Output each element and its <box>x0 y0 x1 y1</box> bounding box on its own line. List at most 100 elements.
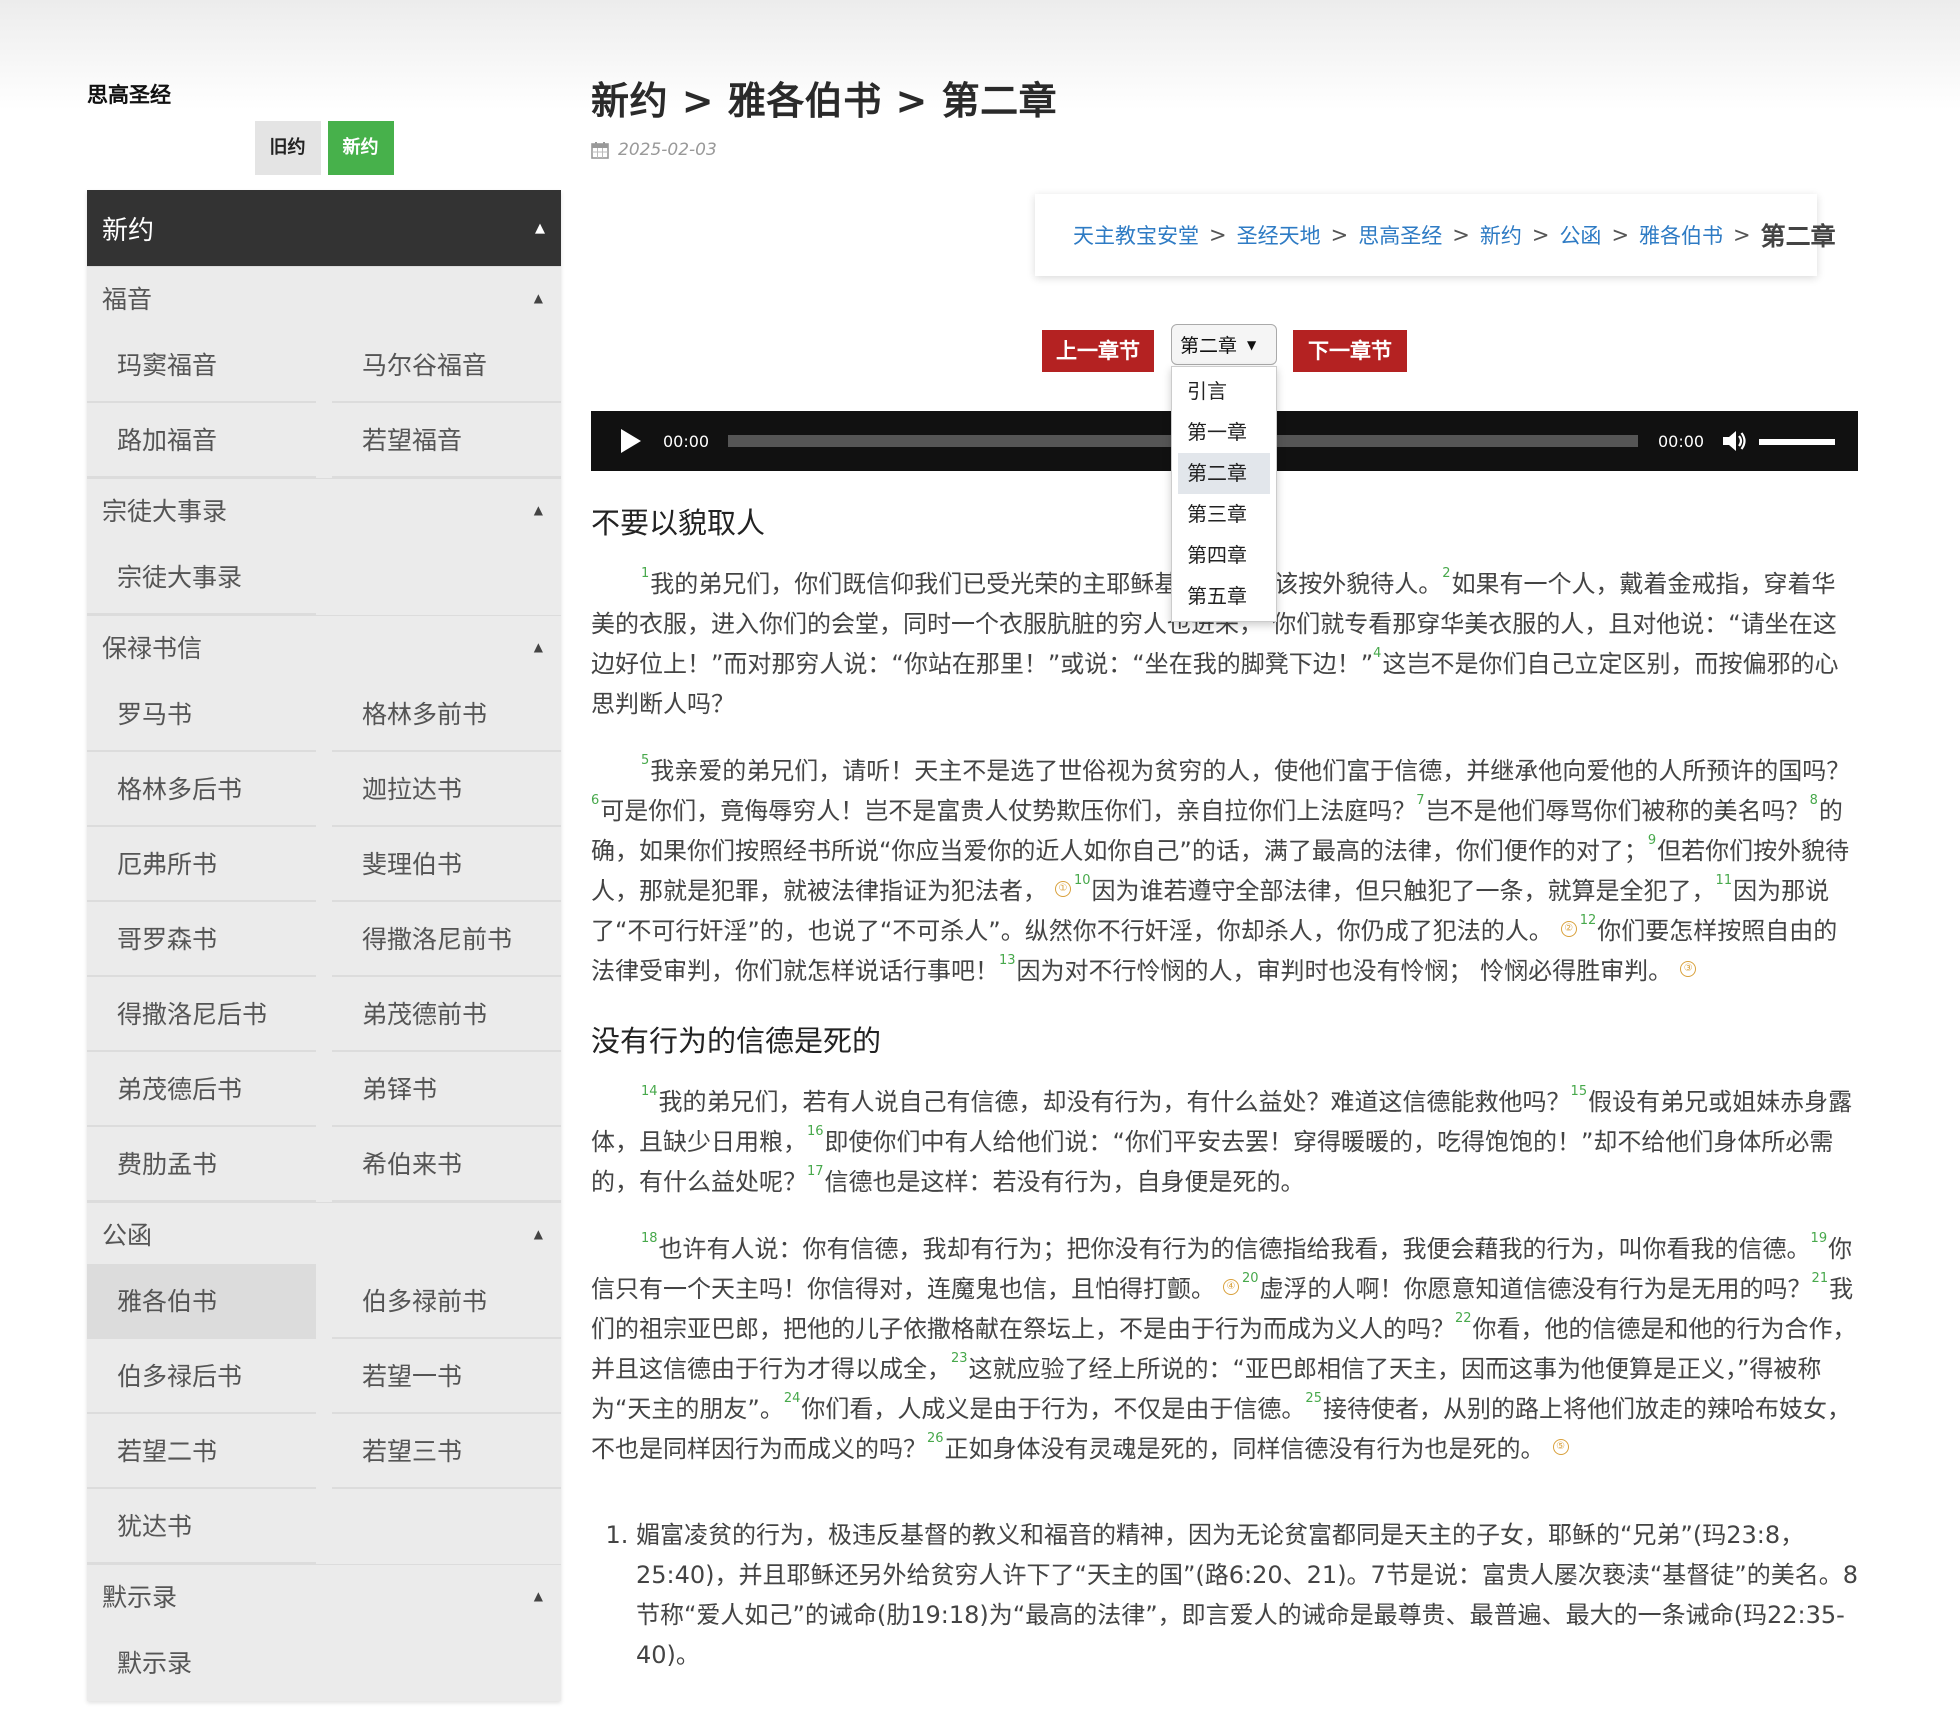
section-header[interactable]: 保禄书信 ▲ <box>87 615 561 677</box>
verse-number: 24 <box>783 1391 801 1406</box>
breadcrumb-link-section[interactable]: 公函 <box>1559 220 1601 250</box>
calendar-icon <box>591 142 609 159</box>
chapter-option[interactable]: 第二章 <box>1178 453 1270 494</box>
breadcrumb-link-testament[interactable]: 新约 <box>1480 220 1522 250</box>
sidebar-book-item[interactable]: 若望二书 <box>87 1414 316 1489</box>
verse-number: 12 <box>1579 913 1597 928</box>
sidebar-book-item[interactable]: 弟铎书 <box>332 1052 561 1127</box>
sidebar-book-item[interactable]: 马尔谷福音 <box>332 328 561 403</box>
post-date: 2025-02-03 <box>591 140 717 160</box>
next-chapter-button[interactable]: 下一章节 <box>1293 330 1407 372</box>
sidebar-book-item[interactable]: 默示录 <box>87 1626 316 1701</box>
audio-duration: 00:00 <box>1658 432 1705 451</box>
breadcrumb-link-home[interactable]: 天主教宝安堂 <box>1073 220 1199 250</box>
chapter-text: 不要以貌取人 1我的弟兄们，你们既信仰我们已受光荣的主耶稣基督，就不该按外貌待人。… <box>591 500 1858 1675</box>
sidebar-book-item[interactable]: 格林多后书 <box>87 752 316 827</box>
breadcrumb-separator: > <box>1209 223 1227 247</box>
prev-chapter-button[interactable]: 上一章节 <box>1042 330 1154 372</box>
verse-number: 4 <box>1373 646 1382 661</box>
sidebar-book-item[interactable]: 罗马书 <box>87 677 316 752</box>
section-title: 福音 <box>102 284 153 314</box>
sidebar-book-item[interactable]: 玛窦福音 <box>87 328 316 403</box>
verse-number: 22 <box>1455 1311 1472 1326</box>
breadcrumb-separator: > <box>1611 223 1630 247</box>
chapter-option[interactable]: 第一章 <box>1178 412 1270 453</box>
sidebar: 思高圣经 旧约 新约 新约 ▲ 福音 ▲ 玛窦福音 马尔谷福音 路加福音 若望福音 宗徒大事… <box>87 80 561 1701</box>
breadcrumb-current: 第二章 <box>1760 222 1836 251</box>
verse-number: 26 <box>927 1431 944 1446</box>
chapter-option[interactable]: 第五章 <box>1178 576 1270 617</box>
tab-old-testament[interactable]: 旧约 <box>254 121 321 175</box>
breadcrumb-link-bible-world[interactable]: 圣经天地 <box>1237 220 1321 250</box>
tab-new-testament[interactable]: 新约 <box>327 121 394 175</box>
volume-icon[interactable] <box>1721 428 1747 454</box>
sidebar-book-item[interactable]: 若望福音 <box>332 403 561 478</box>
chapter-nav: 上一章节 第二章 ▼ 引言 第一章 第二章 第三章 第四章 第五章 下一章节 <box>591 324 1858 622</box>
play-icon[interactable] <box>621 429 641 453</box>
footnote-item: 媚富凌贫的行为，极违反基督的教义和福音的精神，因为无论贫富都同是天主的子女，耶稣… <box>636 1515 1858 1675</box>
verse-text: 因为对不行怜悯的人，审判时也没有怜悯； 怜悯必得胜审判。 <box>1016 957 1673 985</box>
section-title: 默示录 <box>102 1582 178 1612</box>
verse-number: 17 <box>807 1164 824 1179</box>
menu-section: 宗徒大事录 ▲ 宗徒大事录 <box>87 478 561 615</box>
sidebar-book-item[interactable]: 伯多禄后书 <box>87 1339 316 1414</box>
volume-slider[interactable] <box>1759 439 1835 445</box>
sidebar-book-item[interactable]: 希伯来书 <box>332 1127 561 1202</box>
menu-header[interactable]: 新约 ▲ <box>87 190 561 266</box>
chapter-option[interactable]: 第四章 <box>1178 535 1270 576</box>
verse-number: 23 <box>951 1351 968 1366</box>
sidebar-book-item[interactable]: 哥罗森书 <box>87 902 316 977</box>
sidebar-book-item[interactable]: 得撒洛尼前书 <box>332 902 561 977</box>
footnote-marker[interactable]: ⑤ <box>1552 1439 1569 1455</box>
breadcrumb-link-bible[interactable]: 思高圣经 <box>1358 220 1442 250</box>
verse-number: 13 <box>999 953 1016 968</box>
sidebar-book-item[interactable]: 迦拉达书 <box>332 752 561 827</box>
verse-number: 15 <box>1570 1084 1588 1099</box>
chapter-select[interactable]: 第二章 ▼ <box>1171 324 1277 365</box>
verse-number: 11 <box>1715 873 1733 888</box>
sidebar-book-item[interactable]: 雅各伯书 <box>87 1264 316 1339</box>
verse-text: 虚浮的人啊！你愿意知道信德没有行为是无用的吗？ <box>1259 1275 1812 1303</box>
section-header[interactable]: 公函 ▲ <box>87 1202 561 1264</box>
sidebar-book-item[interactable]: 得撒洛尼后书 <box>87 977 316 1052</box>
section-header[interactable]: 福音 ▲ <box>87 266 561 328</box>
sidebar-book-item[interactable]: 若望三书 <box>332 1414 561 1489</box>
footnote-marker[interactable]: ③ <box>1680 961 1697 977</box>
sidebar-book-item[interactable]: 厄弗所书 <box>87 827 316 902</box>
sidebar-book-item[interactable]: 斐理伯书 <box>332 827 561 902</box>
footnote-marker[interactable]: ④ <box>1223 1279 1239 1295</box>
menu-section: 保禄书信 ▲ 罗马书 格林多前书 格林多后书 迦拉达书 厄弗所书 斐理伯书 哥罗森书 得撒洛尼前书… <box>87 615 561 1202</box>
site-title[interactable]: 思高圣经 <box>87 80 561 110</box>
section-title: 保禄书信 <box>102 633 203 663</box>
verse-number: 10 <box>1074 873 1091 888</box>
sidebar-book-item[interactable]: 格林多前书 <box>332 677 561 752</box>
section-header[interactable]: 宗徒大事录 ▲ <box>87 478 561 540</box>
verse-number: 16 <box>807 1124 824 1139</box>
page-title: 新约 > 雅各伯书 > 第二章 <box>591 79 1058 123</box>
sidebar-book-item[interactable]: 路加福音 <box>87 403 316 478</box>
footnote-marker[interactable]: ② <box>1560 921 1577 937</box>
breadcrumb-separator: > <box>1330 223 1349 247</box>
footnote-marker[interactable]: ① <box>1055 881 1071 897</box>
verse-text: 你们看，人成义是由于行为，不仅是由于信德。 <box>801 1395 1306 1423</box>
verse-number: 5 <box>641 753 650 768</box>
audio-current-time: 00:00 <box>663 432 710 451</box>
verse-text: 也许有人说：你有信德，我却有行为；把你没有行为的信德指给我看，我便会藉我的行为，… <box>658 1235 1811 1263</box>
verse-number: 7 <box>1416 793 1425 808</box>
sidebar-book-item[interactable]: 犹达书 <box>87 1489 316 1564</box>
chapter-option[interactable]: 第三章 <box>1178 494 1270 535</box>
sidebar-book-item[interactable]: 费肋孟书 <box>87 1127 316 1202</box>
caret-up-icon: ▲ <box>533 1226 543 1241</box>
sidebar-book-item[interactable]: 弟茂德后书 <box>87 1052 316 1127</box>
menu-sections: 福音 ▲ 玛窦福音 马尔谷福音 路加福音 若望福音 宗徒大事录 ▲ 宗徒大事录 保禄书信 ▲ 罗马书格… <box>87 266 561 1701</box>
sidebar-book-item[interactable]: 若望一书 <box>332 1339 561 1414</box>
verse-number: 2 <box>1442 566 1451 581</box>
section-header[interactable]: 默示录 ▲ <box>87 1564 561 1626</box>
sidebar-book-item[interactable]: 宗徒大事录 <box>87 540 316 615</box>
chapter-option[interactable]: 引言 <box>1178 371 1270 412</box>
sidebar-book-item[interactable]: 伯多禄前书 <box>332 1264 561 1339</box>
chapter-dropdown-list: 引言 第一章 第二章 第三章 第四章 第五章 <box>1171 366 1277 622</box>
breadcrumb-link-book[interactable]: 雅各伯书 <box>1639 220 1723 250</box>
verse-number: 19 <box>1810 1231 1828 1246</box>
sidebar-book-item[interactable]: 弟茂德前书 <box>332 977 561 1052</box>
